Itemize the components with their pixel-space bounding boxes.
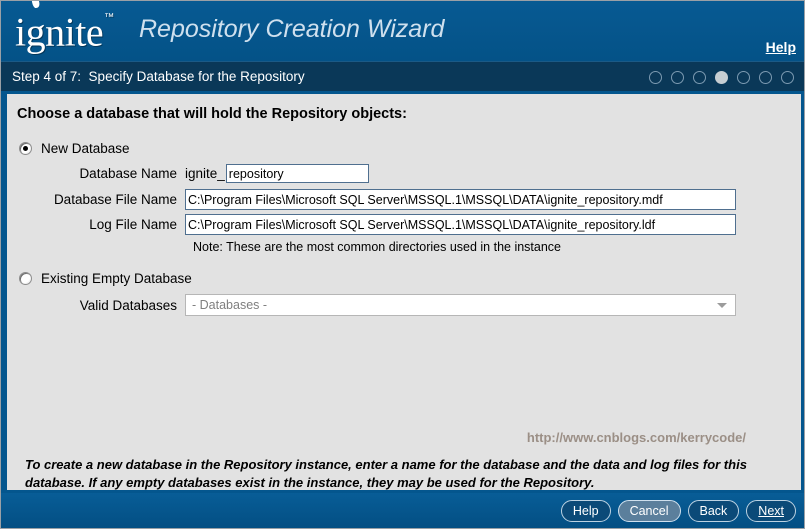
- label-database-file-name: Database File Name: [53, 192, 177, 207]
- step-dot-7: [781, 71, 794, 84]
- step-progress-dots: [649, 71, 794, 84]
- radio-existing-empty-database-indicator[interactable]: [19, 272, 32, 285]
- radio-existing-empty-database-label: Existing Empty Database: [41, 271, 192, 286]
- valid-databases-value: - Databases -: [192, 298, 268, 312]
- content-heading: Choose a database that will hold the Rep…: [17, 106, 407, 122]
- radio-new-database-indicator[interactable]: [19, 142, 32, 155]
- valid-databases-dropdown[interactable]: - Databases -: [185, 294, 736, 316]
- repository-creation-wizard-window: ignite™ Repository Creation Wizard Help …: [0, 0, 805, 529]
- help-button[interactable]: Help: [560, 500, 611, 522]
- content-panel: Choose a database that will hold the Rep…: [7, 94, 801, 490]
- database-name-prefix: ignite_: [185, 166, 225, 181]
- ignite-logo: ignite™: [15, 1, 114, 57]
- step-dot-6: [759, 71, 772, 84]
- flame-icon: [30, 1, 41, 9]
- help-button-label: Help: [572, 504, 599, 518]
- watermark-url: http://www.cnblogs.com/kerrycode/: [526, 430, 746, 445]
- step-dot-3: [693, 71, 706, 84]
- step-dot-5: [737, 71, 750, 84]
- content-frame: Choose a database that will hold the Rep…: [1, 91, 804, 493]
- label-log-file-name: Log File Name: [89, 217, 177, 232]
- radio-new-database[interactable]: New Database: [19, 141, 130, 156]
- step-label: Step 4 of 7: Specify Database for the Re…: [12, 69, 305, 84]
- cancel-button[interactable]: Cancel: [617, 500, 681, 522]
- window-header: ignite™ Repository Creation Wizard Help: [1, 1, 804, 61]
- step-bar: Step 4 of 7: Specify Database for the Re…: [1, 61, 804, 92]
- trademark-symbol: ™: [104, 12, 114, 24]
- step-dot-4-active: [715, 71, 728, 84]
- database-name-input[interactable]: [225, 164, 369, 183]
- radio-existing-empty-database[interactable]: Existing Empty Database: [19, 271, 192, 286]
- cancel-button-label: Cancel: [629, 504, 669, 518]
- field-database-file-name: Database File Name: [19, 189, 736, 210]
- logo-wordmark: ignite™: [15, 1, 114, 55]
- chevron-down-icon[interactable]: [717, 303, 727, 308]
- field-log-file-name: Log File Name: [19, 214, 736, 235]
- field-valid-databases: Valid Databases - Databases -: [19, 294, 736, 316]
- database-file-name-input[interactable]: [185, 189, 736, 210]
- button-bar: Help Cancel Back Next: [1, 493, 804, 528]
- step-dot-1: [649, 71, 662, 84]
- page-title: Repository Creation Wizard: [139, 15, 445, 43]
- directories-note: Note: These are the most common director…: [193, 240, 562, 254]
- button-group: Help Cancel Back Next: [560, 500, 796, 522]
- back-button[interactable]: Back: [687, 500, 740, 522]
- next-button[interactable]: Next: [746, 500, 796, 522]
- label-valid-databases: Valid Databases: [79, 297, 177, 313]
- header-help-link[interactable]: Help: [766, 39, 796, 55]
- log-file-name-input[interactable]: [185, 214, 736, 235]
- instructions-text: To create a new database in the Reposito…: [25, 457, 747, 490]
- next-button-label: Next: [758, 504, 784, 518]
- radio-new-database-label: New Database: [41, 141, 130, 156]
- label-database-name: Database Name: [79, 166, 177, 181]
- back-button-label: Back: [699, 504, 728, 518]
- step-dot-2: [671, 71, 684, 84]
- logo-text: ignite: [15, 9, 104, 55]
- field-database-name: Database Name ignite_: [19, 164, 369, 183]
